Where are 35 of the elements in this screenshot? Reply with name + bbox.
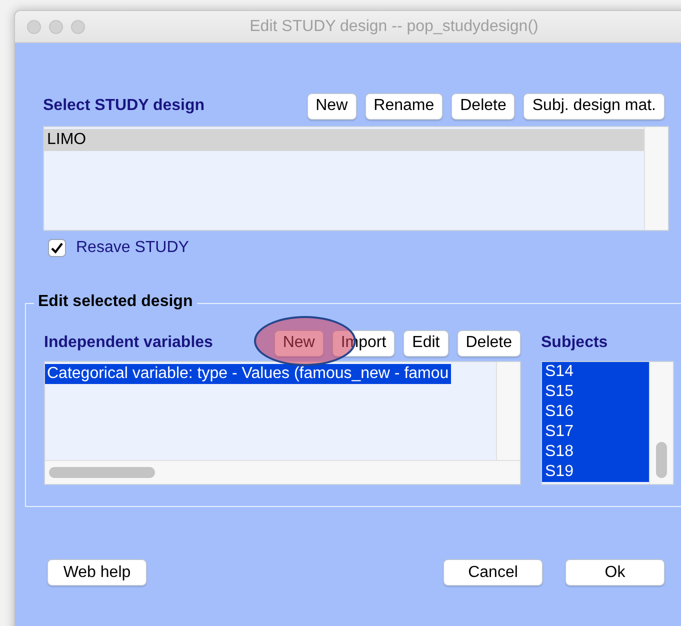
scrollbar-track[interactable] [496, 362, 520, 460]
variables-label: Independent variables [44, 334, 213, 352]
subject-list-item[interactable]: S18 [542, 442, 649, 462]
subjects-list[interactable]: S14 S15 S16 S17 S18 S19 [541, 361, 674, 485]
scrollbar-track[interactable] [644, 127, 668, 230]
variable-button[interactable]: Edit [403, 330, 449, 356]
zoom-button[interactable] [71, 20, 85, 34]
subject-list-item[interactable]: S15 [542, 382, 649, 402]
subject-list-item[interactable]: S14 [542, 362, 649, 382]
design-button[interactable]: Rename [364, 92, 444, 120]
design-list[interactable]: LIMO [43, 126, 669, 231]
close-button[interactable] [27, 20, 41, 34]
design-button[interactable]: New [306, 92, 357, 120]
variable-button[interactable]: New [274, 330, 324, 356]
subject-list-item[interactable]: S16 [542, 402, 649, 422]
resave-checkbox[interactable] [48, 239, 66, 257]
subject-list-item[interactable]: S19 [542, 462, 649, 482]
group-title: Edit selected design [34, 293, 197, 311]
variables-list[interactable]: Categorical variable: type - Values (famous_new - famou [44, 361, 521, 485]
subject-list-item[interactable]: S17 [542, 422, 649, 442]
design-list-item[interactable]: LIMO [44, 129, 644, 151]
design-button[interactable]: Subj. design mat. [523, 92, 665, 120]
dialog-button[interactable]: Cancel [443, 559, 543, 586]
help-button[interactable]: Web help [47, 559, 147, 586]
checkbox-label: Resave STUDY [76, 239, 189, 257]
section-label: Select STUDY design [43, 97, 205, 115]
window-title: Edit STUDY design -- pop_studydesign() [248, 18, 540, 36]
scrollbar-thumb[interactable] [49, 467, 155, 478]
scrollbar-thumb[interactable] [656, 442, 667, 478]
dialog-button[interactable]: Ok [565, 559, 665, 586]
variable-button[interactable]: Delete [456, 330, 521, 356]
design-button[interactable]: Delete [451, 92, 516, 120]
subjects-label: Subjects [541, 334, 608, 352]
variable-list-item[interactable]: Categorical variable: type - Values (famous_new - famou [45, 364, 451, 384]
minimize-button[interactable] [49, 20, 63, 34]
